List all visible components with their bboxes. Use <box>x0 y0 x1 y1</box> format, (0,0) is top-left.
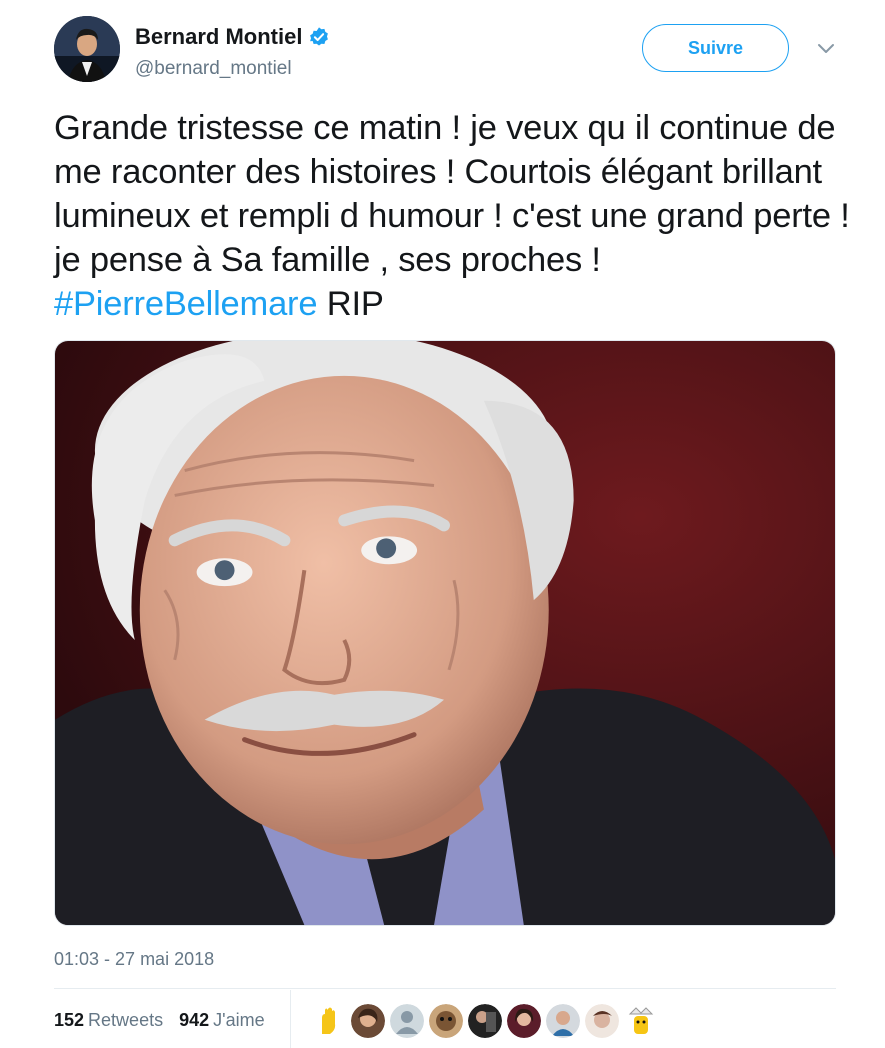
stats-separator <box>290 990 291 1048</box>
liker-avatar[interactable] <box>312 1004 346 1038</box>
tweet-header: Bernard Montiel @bernard_montiel Suivre <box>54 16 855 86</box>
retweets-stat[interactable]: 152 Retweets <box>54 1010 163 1031</box>
liker-avatar[interactable] <box>351 1004 385 1038</box>
author-display-name-link[interactable]: Bernard Montiel <box>135 24 330 50</box>
tweet-text-body: Grande tristesse ce matin ! je veux qu i… <box>54 109 850 279</box>
author-handle[interactable]: @bernard_montiel <box>135 58 330 80</box>
author-display-name[interactable]: Bernard Montiel <box>135 24 302 50</box>
retweets-label: Retweets <box>88 1010 164 1030</box>
author-info: Bernard Montiel @bernard_montiel <box>135 24 330 80</box>
liker-avatar[interactable] <box>585 1004 619 1038</box>
divider <box>54 988 836 989</box>
follow-button[interactable]: Suivre <box>642 24 789 72</box>
tweet-photo[interactable] <box>54 340 836 926</box>
liker-avatar[interactable] <box>546 1004 580 1038</box>
verified-badge-icon <box>310 27 329 46</box>
tweet-text: Grande tristesse ce matin ! je veux qu i… <box>54 106 854 326</box>
hashtag-link[interactable]: #PierreBellemare <box>54 285 318 323</box>
retweets-count: 152 <box>54 1010 85 1030</box>
liker-avatar[interactable] <box>429 1004 463 1038</box>
author-avatar[interactable] <box>54 16 120 82</box>
likes-count: 942 <box>179 1010 210 1030</box>
likers-avatars <box>312 1004 658 1038</box>
likes-label: J'aime <box>213 1010 265 1030</box>
tweet-timestamp[interactable]: 01:03 - 27 mai 2018 <box>54 949 214 970</box>
tweet-stats: 152 Retweets 942 J'aime <box>54 1010 265 1031</box>
chevron-down-icon[interactable] <box>814 36 838 60</box>
liker-avatar[interactable] <box>468 1004 502 1038</box>
likes-stat[interactable]: 942 J'aime <box>179 1010 265 1031</box>
liker-avatar[interactable] <box>507 1004 541 1038</box>
liker-avatar[interactable] <box>390 1004 424 1038</box>
liker-avatar[interactable] <box>624 1004 658 1038</box>
tweet-text-tail: RIP <box>317 285 384 323</box>
